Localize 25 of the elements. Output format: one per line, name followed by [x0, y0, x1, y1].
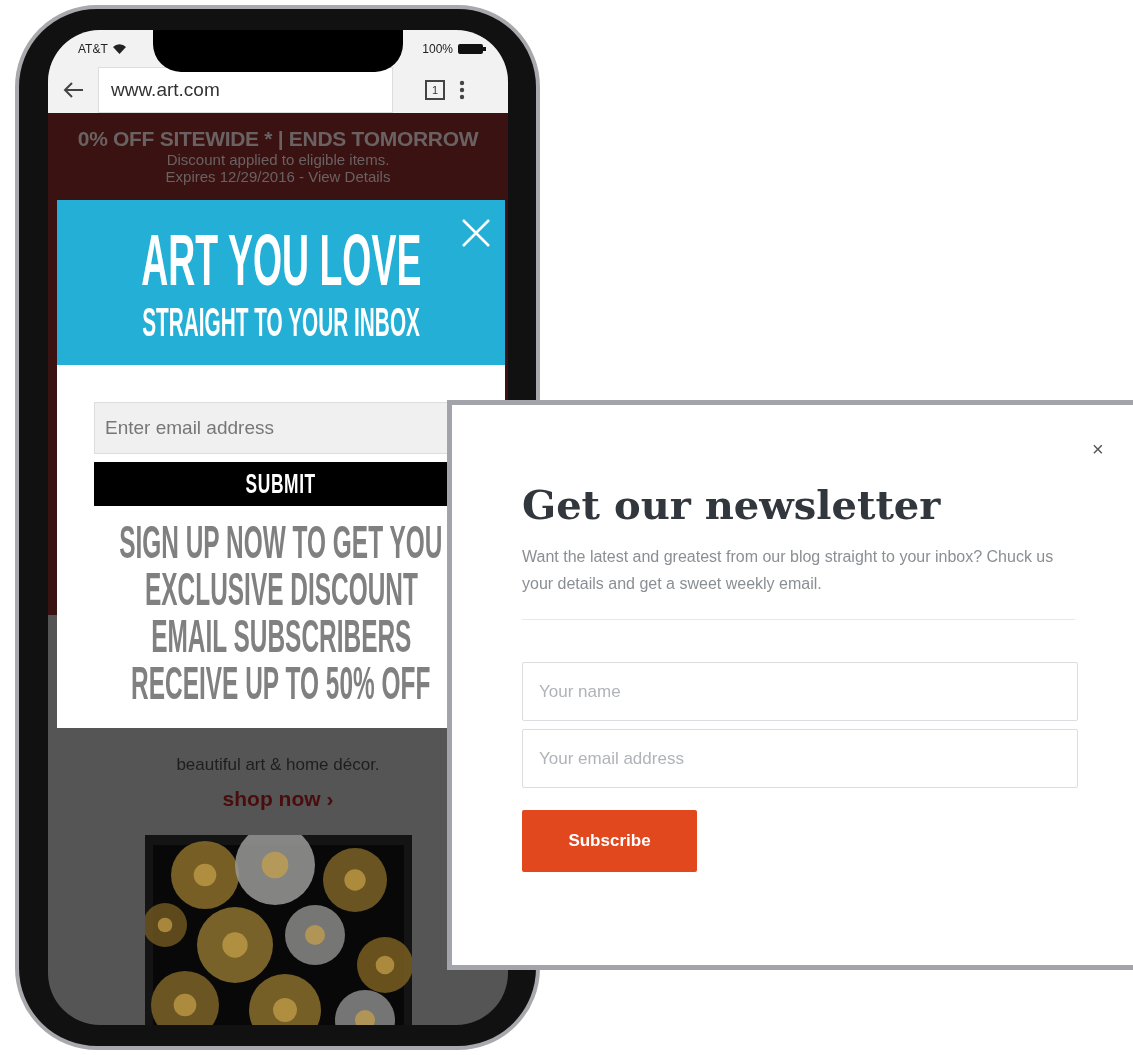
promo-text: SIGN UP NOW TO GET YOU	[119, 518, 443, 565]
battery-percent: 100%	[422, 41, 453, 56]
promo-text: EXCLUSIVE DISCOUNT	[144, 565, 418, 612]
banner-text: Expires 12/29/2016 - View Details	[165, 168, 391, 185]
promo-text: RECEIVE UP TO 50% OFF	[131, 659, 431, 706]
close-icon[interactable]	[461, 218, 491, 248]
tagline: beautiful art & home décor.	[176, 755, 380, 775]
popup-subtitle: STRAIGHT TO YOUR INBOX	[142, 301, 420, 342]
banner-headline: 0% OFF SITEWIDE * | ENDS TOMORROW	[77, 127, 479, 151]
subscribe-button[interactable]: Subscribe	[522, 810, 697, 872]
carrier-label: AT&T	[78, 41, 108, 56]
close-button[interactable]: ×	[1092, 439, 1104, 459]
wifi-icon	[112, 43, 126, 54]
url-field[interactable]: www.art.com	[98, 67, 393, 113]
text-field[interactable]: Your name	[522, 662, 1078, 721]
back-arrow-icon[interactable]	[62, 81, 84, 99]
text-field[interactable]: Your email address	[522, 729, 1078, 788]
dialog-description: Want the latest and greatest from our blog straight to your inbox? Chuck us your details and get a sweet weekly email.	[522, 547, 1055, 594]
menu-icon[interactable]	[459, 80, 465, 100]
banner-text: Discount applied to eligible items.	[166, 151, 390, 168]
promo-text: EMAIL SUBSCRIBERS	[150, 612, 412, 659]
popup-title: ART YOU LOVE	[140, 223, 422, 296]
battery-icon	[458, 43, 486, 54]
dialog-title: Get our newsletter	[522, 483, 942, 527]
tab-count-button[interactable]: 1	[425, 80, 445, 100]
